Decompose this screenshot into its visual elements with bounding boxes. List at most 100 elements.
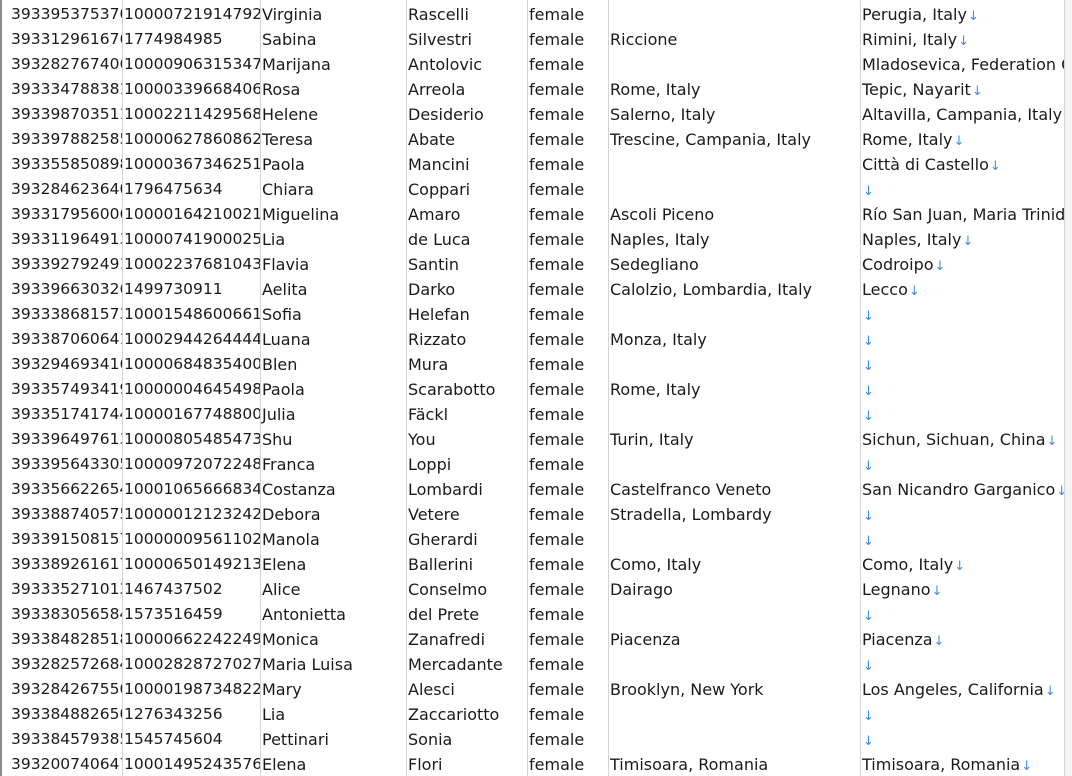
- table-row[interactable]: 393383056584 1573516459 Antonietta del Pret…: [0, 600, 1072, 625]
- last-name-cell[interactable]: Rizzato: [406, 325, 527, 350]
- last-name-cell[interactable]: Loppi: [406, 450, 527, 475]
- current-city-cell[interactable]: Turin, Italy: [608, 425, 860, 450]
- last-name-cell[interactable]: Scarabotto: [406, 375, 527, 400]
- table-row[interactable]: 393384882650 1276343256 Lia Zaccariotto fema…: [0, 700, 1072, 725]
- hometown-cell[interactable]: Naples, Italy↓: [860, 225, 1064, 250]
- phone-cell[interactable]: 393383056584: [9, 600, 122, 625]
- user-id-cell[interactable]: 10000741900025: [122, 225, 260, 250]
- first-name-cell[interactable]: Teresa: [260, 125, 406, 150]
- gender-cell[interactable]: female: [527, 0, 608, 25]
- user-id-cell[interactable]: 1467437502: [122, 575, 260, 600]
- user-id-cell[interactable]: 10001065666834: [122, 475, 260, 500]
- last-name-cell[interactable]: Antolovic: [406, 50, 527, 75]
- gender-cell[interactable]: female: [527, 750, 608, 775]
- first-name-cell[interactable]: Flavia: [260, 250, 406, 275]
- current-city-cell[interactable]: Monza, Italy: [608, 325, 860, 350]
- current-city-cell[interactable]: [608, 50, 860, 75]
- hometown-cell[interactable]: Mladosevica, Federation O: [860, 50, 1064, 75]
- table-row[interactable]: 393284623640 1796475634 Chiara Coppari femal…: [0, 175, 1072, 200]
- last-name-cell[interactable]: Coppari: [406, 175, 527, 200]
- phone-cell[interactable]: 393384828518: [9, 625, 122, 650]
- user-id-cell[interactable]: 10000627860862: [122, 125, 260, 150]
- current-city-cell[interactable]: Stradella, Lombardy: [608, 500, 860, 525]
- first-name-cell[interactable]: Franca: [260, 450, 406, 475]
- user-id-cell[interactable]: 10000662242249: [122, 625, 260, 650]
- last-name-cell[interactable]: Lombardi: [406, 475, 527, 500]
- first-name-cell[interactable]: Chiara: [260, 175, 406, 200]
- user-id-cell[interactable]: 10000367346251: [122, 150, 260, 175]
- spreadsheet-grid[interactable]: 393395375370 10000721914792 Virginia Rascel…: [0, 0, 1072, 776]
- first-name-cell[interactable]: Lia: [260, 225, 406, 250]
- phone-cell[interactable]: 393282767406: [9, 50, 122, 75]
- hometown-cell[interactable]: Perugia, Italy↓: [860, 0, 1064, 25]
- table-row[interactable]: 393312961676 1774984985 Sabina Silvestri fem…: [0, 25, 1072, 50]
- current-city-cell[interactable]: [608, 300, 860, 325]
- first-name-cell[interactable]: Shu: [260, 425, 406, 450]
- last-name-cell[interactable]: Rascelli: [406, 0, 527, 25]
- gender-cell[interactable]: female: [527, 250, 608, 275]
- hometown-cell[interactable]: ↓: [860, 500, 1064, 525]
- hometown-cell[interactable]: Codroipo↓: [860, 250, 1064, 275]
- last-name-cell[interactable]: Darko: [406, 275, 527, 300]
- hometown-cell[interactable]: Città di Castello↓: [860, 150, 1064, 175]
- first-name-cell[interactable]: Elena: [260, 750, 406, 775]
- gender-cell[interactable]: female: [527, 725, 608, 750]
- gender-cell[interactable]: female: [527, 200, 608, 225]
- user-id-cell[interactable]: 10000721914792: [122, 0, 260, 25]
- hometown-cell[interactable]: ↓: [860, 325, 1064, 350]
- user-id-cell[interactable]: 10000167748800: [122, 400, 260, 425]
- user-id-cell[interactable]: 10002944264444: [122, 325, 260, 350]
- phone-cell[interactable]: 393284623640: [9, 175, 122, 200]
- hometown-cell[interactable]: ↓: [860, 650, 1064, 675]
- current-city-cell[interactable]: [608, 650, 860, 675]
- gender-cell[interactable]: female: [527, 625, 608, 650]
- last-name-cell[interactable]: Mercadante: [406, 650, 527, 675]
- first-name-cell[interactable]: Luana: [260, 325, 406, 350]
- last-name-cell[interactable]: Mancini: [406, 150, 527, 175]
- gender-cell[interactable]: female: [527, 425, 608, 450]
- gender-cell[interactable]: female: [527, 275, 608, 300]
- table-row[interactable]: 393335271013 1467437502 Alice Conselmo femal…: [0, 575, 1072, 600]
- current-city-cell[interactable]: [608, 600, 860, 625]
- gender-cell[interactable]: female: [527, 650, 608, 675]
- first-name-cell[interactable]: Costanza: [260, 475, 406, 500]
- table-row[interactable]: 393396630326 1499730911 Aelita Darko female C…: [0, 275, 1072, 300]
- hometown-cell[interactable]: ↓: [860, 375, 1064, 400]
- first-name-cell[interactable]: Alice: [260, 575, 406, 600]
- last-name-cell[interactable]: Alesci: [406, 675, 527, 700]
- table-row[interactable]: 393284267550 10000198734822 Mary Alesci fema…: [0, 675, 1072, 700]
- last-name-cell[interactable]: Silvestri: [406, 25, 527, 50]
- last-name-cell[interactable]: Helefan: [406, 300, 527, 325]
- user-id-cell[interactable]: 10001495243576: [122, 750, 260, 775]
- table-row[interactable]: 393397882585 10000627860862 Teresa Abate fem…: [0, 125, 1072, 150]
- first-name-cell[interactable]: Antonietta: [260, 600, 406, 625]
- first-name-cell[interactable]: Blen: [260, 350, 406, 375]
- phone-cell[interactable]: 393384882650: [9, 700, 122, 725]
- phone-cell[interactable]: 393357493419: [9, 375, 122, 400]
- first-name-cell[interactable]: Elena: [260, 550, 406, 575]
- user-id-cell[interactable]: 10002828727027: [122, 650, 260, 675]
- hometown-cell[interactable]: Rimini, Italy↓: [860, 25, 1064, 50]
- phone-cell[interactable]: 393396497613: [9, 425, 122, 450]
- first-name-cell[interactable]: Sofia: [260, 300, 406, 325]
- gender-cell[interactable]: female: [527, 475, 608, 500]
- table-row[interactable]: 393395643305 10000972072248 Franca Loppi fem…: [0, 450, 1072, 475]
- phone-cell[interactable]: 393200740647: [9, 750, 122, 775]
- gender-cell[interactable]: female: [527, 550, 608, 575]
- hometown-cell[interactable]: Timisoara, Romania↓: [860, 750, 1064, 775]
- hometown-cell[interactable]: ↓: [860, 400, 1064, 425]
- gender-cell[interactable]: female: [527, 50, 608, 75]
- last-name-cell[interactable]: Conselmo: [406, 575, 527, 600]
- user-id-cell[interactable]: 1573516459: [122, 600, 260, 625]
- current-city-cell[interactable]: [608, 700, 860, 725]
- phone-cell[interactable]: 393397882585: [9, 125, 122, 150]
- last-name-cell[interactable]: Arreola: [406, 75, 527, 100]
- current-city-cell[interactable]: Castelfranco Veneto: [608, 475, 860, 500]
- phone-cell[interactable]: 393294693416: [9, 350, 122, 375]
- gender-cell[interactable]: female: [527, 325, 608, 350]
- current-city-cell[interactable]: Rome, Italy: [608, 75, 860, 100]
- current-city-cell[interactable]: Riccione: [608, 25, 860, 50]
- current-city-cell[interactable]: [608, 450, 860, 475]
- current-city-cell[interactable]: [608, 175, 860, 200]
- table-row[interactable]: 393338681573 10001548600661 Sofia Helefan fe…: [0, 300, 1072, 325]
